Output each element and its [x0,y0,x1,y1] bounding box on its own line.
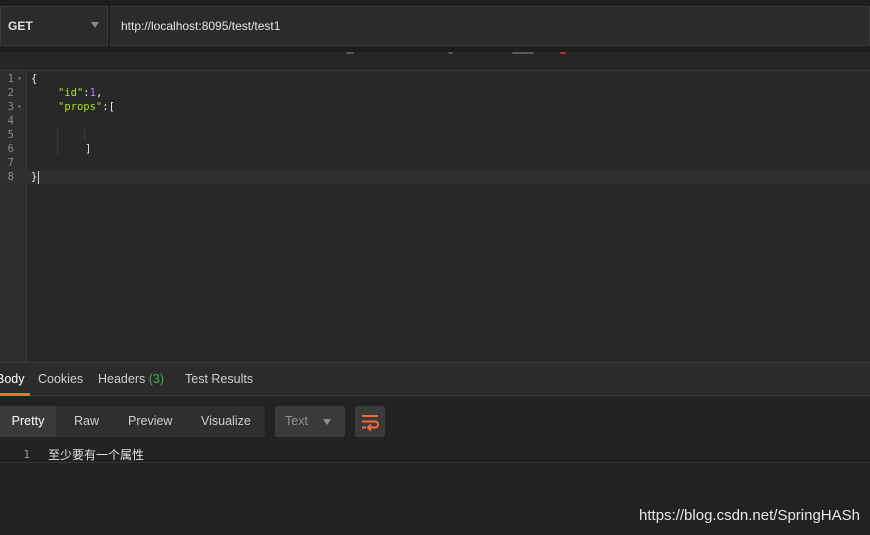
editor-tab-strip [0,52,870,71]
method-select[interactable]: GET [0,6,108,46]
response-toolbar: Pretty Raw Preview Visualize Text [0,396,870,448]
format-select[interactable]: Text [275,406,345,437]
url-input[interactable]: http://localhost:8095/test/test1 [110,6,870,46]
indent-guide [84,127,85,141]
request-body-editor[interactable]: 1 ▾ { 2 "id":1, 3 ▾ "props":[ 4 5 6 ] 7 … [0,71,870,362]
wrap-lines-button[interactable] [355,406,385,437]
chevron-down-icon [91,22,99,28]
fold-arrow-icon[interactable]: ▾ [17,100,22,114]
pretty-button[interactable]: Pretty [0,406,56,437]
tab-cookies[interactable]: Cookies [38,363,83,396]
text-cursor [38,171,39,184]
raw-button[interactable]: Raw [74,406,99,437]
code-line: 3 ▾ "props":[ [7,100,115,114]
view-mode-group: Pretty Raw Preview Visualize [0,406,265,437]
code-line: 1 ▾ { [7,72,38,86]
tab-test-results[interactable]: Test Results [185,363,253,396]
response-tabs: Body Cookies Headers (3) Test Results [0,362,870,396]
preview-button[interactable]: Preview [128,406,172,437]
method-label: GET [8,19,33,33]
wrap-lines-icon [362,415,379,432]
fold-arrow-icon[interactable]: ▾ [17,72,22,86]
code-line: 2 "id":1, [7,87,103,99]
request-bar: GET http://localhost:8095/test/test1 [0,0,870,52]
chevron-down-icon [323,419,331,425]
url-text: http://localhost:8095/test/test1 [121,19,281,33]
code-line: 4 [7,115,14,127]
code-line-active: 8 } [0,170,870,184]
headers-count-badge: (3) [148,372,165,386]
tab-headers[interactable]: Headers (3) [98,363,164,396]
response-message: 至少要有一个属性 [48,448,145,462]
code-line: 5 [7,129,14,141]
tab-body[interactable]: Body [0,363,30,396]
code-line: 7 [7,157,14,169]
response-line: 1 至少要有一个属性 [0,448,870,463]
visualize-button[interactable]: Visualize [201,406,251,437]
code-line: 6 ] [7,143,92,155]
indent-guide [57,127,58,155]
watermark: https://blog.csdn.net/SpringHASh [639,507,860,524]
